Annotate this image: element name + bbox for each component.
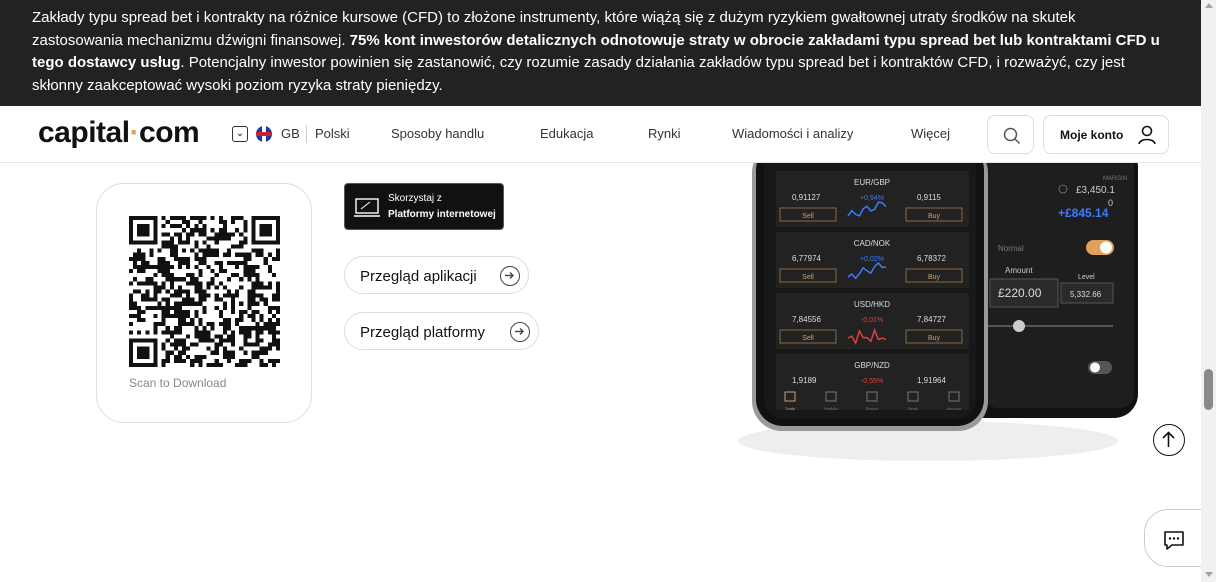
scan-caption: Scan to Download	[129, 376, 227, 390]
sell-button-label: Sell	[802, 213, 814, 220]
right-phone-value1: £3,450.1	[1076, 185, 1115, 196]
divider	[306, 125, 307, 143]
scrollbar-down-arrow[interactable]	[1205, 572, 1213, 577]
right-phone-value-zero: 0	[1108, 198, 1113, 208]
trade-row-pair: USD/HKD	[854, 300, 890, 309]
trade-row-buy-price: 1,91964	[917, 376, 946, 385]
tab-label: Trade	[785, 406, 796, 411]
arrow-right-icon	[510, 322, 530, 342]
user-icon	[1138, 125, 1156, 145]
sell-button-label: Sell	[802, 335, 814, 342]
nav-more[interactable]: Więcej	[911, 126, 950, 141]
tab-label: Account	[947, 406, 962, 411]
trade-row-sell-price: 0,91127	[792, 193, 821, 202]
web-platform-button[interactable]: Skorzystaj z Platformy internetowej	[344, 183, 504, 230]
platform-review-link[interactable]: Przegląd platformy	[344, 312, 539, 350]
qr-download-card: Scan to Download	[96, 183, 312, 423]
right-phone-margin-label: MARGIN	[1103, 176, 1127, 182]
scroll-to-top-button[interactable]	[1153, 424, 1185, 456]
tab-label: Portfolio	[824, 406, 839, 411]
trade-row-buy-price: 7,84727	[917, 315, 946, 324]
my-account-button[interactable]: Moje konto	[1043, 115, 1169, 154]
search-button[interactable]	[987, 115, 1034, 154]
nav-markets[interactable]: Rynki	[648, 126, 681, 141]
arrow-up-icon	[1162, 431, 1175, 447]
trade-row-pair: GBP/NZD	[854, 361, 890, 370]
trade-row-change: +0,94%	[860, 195, 884, 202]
app-review-link[interactable]: Przegląd aplikacji	[344, 256, 529, 294]
trade-row-change: -0,01%	[861, 317, 883, 324]
phones-illustration: MARGIN £3,450.1 0 +£845.14 Normal Amount…	[738, 163, 1138, 461]
risk-text-b: . Potencjalny inwestor powinien się zast…	[32, 54, 1125, 94]
trade-row-pair: CAD/NOK	[854, 239, 891, 248]
toggle-knob	[1100, 241, 1112, 254]
trade-row-change: +0,02%	[860, 256, 884, 263]
my-account-label: Moje konto	[1060, 128, 1124, 142]
right-phone-level-label: Level	[1078, 274, 1095, 281]
chat-button[interactable]	[1144, 509, 1204, 567]
site-header: capital·com ⌄ GB Polski Sposoby handlu E…	[0, 106, 1201, 163]
logo[interactable]: capital·com	[38, 116, 200, 150]
app-review-label: Przegląd aplikacji	[360, 268, 477, 285]
trade-row-buy-price: 6,78372	[917, 254, 946, 263]
trade-row-sell-price: 6,77974	[792, 254, 821, 263]
tab-label: Search	[866, 406, 879, 411]
buy-button-label: Buy	[928, 335, 941, 342]
web-platform-line1: Skorzystaj z	[388, 193, 442, 204]
buy-button-label: Buy	[928, 213, 941, 220]
right-phone-amount-label: Amount	[1005, 266, 1033, 275]
risk-warning-banner: Zakłady typu spread bet i kontrakty na r…	[0, 0, 1201, 106]
uk-flag-icon	[256, 126, 272, 142]
laptop-icon	[354, 198, 380, 217]
country-label[interactable]: GB	[281, 126, 300, 141]
chat-icon	[1164, 531, 1184, 550]
slider-knob	[1013, 320, 1025, 332]
search-icon	[1003, 127, 1021, 145]
trade-row-change: -0,55%	[861, 378, 883, 385]
qr-code[interactable]	[129, 216, 280, 367]
trade-row-buy-price: 0,9115	[917, 193, 941, 202]
scrollbar-up-arrow[interactable]	[1205, 3, 1213, 8]
chevron-down-icon[interactable]: ⌄	[232, 126, 248, 142]
nav-ways-to-trade[interactable]: Sposoby handlu	[391, 126, 484, 141]
language-selector[interactable]: Polski	[315, 126, 350, 141]
tab-label: News	[908, 406, 918, 411]
scrollbar-thumb[interactable]	[1204, 369, 1213, 410]
nav-news-analysis[interactable]: Wiadomości i analizy	[732, 126, 853, 141]
logo-text-b: com	[139, 116, 200, 149]
scrollbar-track[interactable]	[1201, 0, 1216, 582]
nav-education[interactable]: Edukacja	[540, 126, 593, 141]
logo-text-a: capital	[38, 116, 130, 149]
right-phone-mode: Normal	[998, 244, 1024, 253]
arrow-right-icon	[500, 266, 520, 286]
right-phone-amount: £220.00	[998, 286, 1042, 300]
right-phone-value2: +£845.14	[1058, 206, 1109, 220]
sell-button-label: Sell	[802, 274, 814, 281]
web-platform-line2: Platformy internetowej	[388, 209, 496, 220]
platform-review-label: Przegląd platformy	[360, 324, 486, 341]
toggle-off-knob	[1090, 362, 1100, 373]
trade-row-sell-price: 1,9189	[792, 376, 817, 385]
trade-row-pair: EUR/GBP	[854, 178, 890, 187]
buy-button-label: Buy	[928, 274, 941, 281]
logo-dot: ·	[129, 116, 140, 149]
right-phone-level: 5,332.66	[1070, 290, 1102, 299]
trade-row-sell-price: 7,84556	[792, 315, 821, 324]
